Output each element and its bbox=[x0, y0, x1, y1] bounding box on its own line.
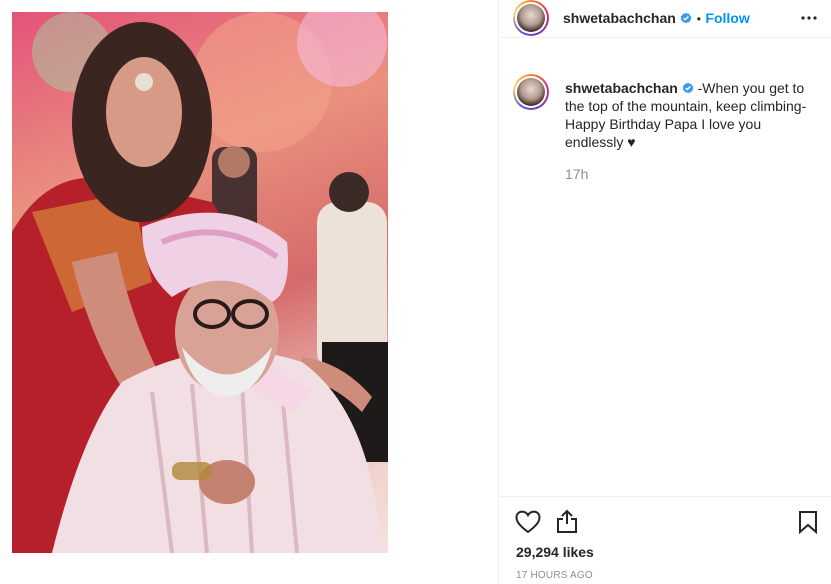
bookmark-icon[interactable] bbox=[798, 510, 818, 534]
heart-icon[interactable] bbox=[515, 510, 541, 534]
header-username[interactable]: shwetabachchan bbox=[563, 10, 676, 26]
likes-count[interactable]: 29,294 likes bbox=[516, 544, 594, 560]
post-age[interactable]: 17 HOURS AGO bbox=[516, 570, 593, 581]
post-sidebar: shwetabachchan • Follow shwetabachchan -… bbox=[500, 0, 831, 584]
verified-badge-icon bbox=[680, 12, 692, 24]
comment-timestamp[interactable]: 17h bbox=[565, 166, 588, 182]
caption-block: shwetabachchan -When you get to the top … bbox=[565, 79, 815, 151]
caption-username[interactable]: shwetabachchan bbox=[565, 80, 678, 96]
actions-divider bbox=[500, 496, 831, 497]
header-divider bbox=[500, 37, 831, 38]
header-user-line: shwetabachchan • Follow bbox=[563, 10, 750, 28]
post-media-pane bbox=[0, 0, 499, 584]
header-avatar[interactable] bbox=[513, 0, 549, 36]
post-photo[interactable] bbox=[12, 12, 388, 553]
share-icon[interactable] bbox=[555, 508, 579, 534]
verified-badge-icon bbox=[682, 82, 694, 94]
photo-illustration bbox=[12, 12, 388, 553]
post-header: shwetabachchan • Follow bbox=[500, 0, 831, 37]
pane-divider bbox=[498, 0, 499, 584]
more-options-icon[interactable] bbox=[800, 9, 818, 27]
caption-avatar[interactable] bbox=[513, 74, 549, 110]
follow-button[interactable]: Follow bbox=[705, 10, 749, 26]
separator-dot: • bbox=[696, 12, 701, 26]
